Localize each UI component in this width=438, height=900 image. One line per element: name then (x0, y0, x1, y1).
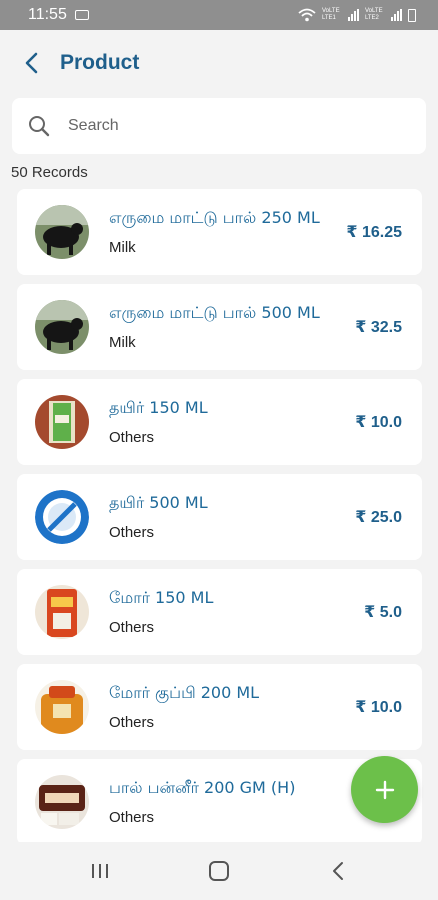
chevron-left-icon (25, 52, 38, 74)
product-thumbnail-buffalo (35, 205, 89, 259)
recent-apps-icon (91, 864, 108, 878)
product-name: எருமை மாட்டு பால் 250 ML (109, 208, 320, 227)
product-price: ₹ 25.0 (355, 509, 402, 526)
product-card[interactable]: எருமை மாட்டு பால் 500 ML Milk ₹ 32.5 (17, 284, 422, 370)
battery-icon (408, 8, 416, 22)
product-card[interactable]: மோர் குப்பி 200 ML Others ₹ 10.0 (17, 664, 422, 750)
product-thumbnail-curd-cup (35, 395, 89, 449)
product-name: தயிர் 500 ML (109, 493, 208, 512)
product-price: ₹ 5.0 (364, 604, 402, 621)
product-card[interactable]: தயிர் 500 ML Others ₹ 25.0 (17, 474, 422, 560)
product-thumbnail-buttermilk (35, 585, 89, 639)
signal-icon-1 (348, 9, 359, 21)
home-icon (208, 861, 229, 881)
recent-apps-button[interactable] (80, 851, 120, 891)
product-price: ₹ 16.25 (346, 224, 402, 241)
plus-icon (375, 780, 394, 799)
app-bar: Product (0, 30, 438, 96)
product-thumbnail-bottle (35, 680, 89, 734)
search-bar[interactable] (12, 98, 426, 154)
product-name: எருமை மாட்டு பால் 500 ML (109, 303, 320, 322)
add-product-button[interactable] (351, 756, 418, 823)
back-arrow-icon (333, 862, 344, 880)
product-name: தயிர் 150 ML (109, 398, 208, 417)
product-card[interactable]: மோர் 150 ML Others ₹ 5.0 (17, 569, 422, 655)
search-input[interactable] (68, 117, 368, 135)
wifi-icon (298, 8, 316, 22)
product-name: பால் பன்னீர் 200 GM (H) (109, 778, 296, 797)
page-title: Product (60, 51, 140, 74)
product-price: ₹ 10.0 (355, 414, 402, 431)
home-button[interactable] (199, 851, 239, 891)
records-count: 50 Records (11, 164, 88, 181)
product-list: எருமை மாட்டு பால் 250 ML Milk ₹ 16.25 எர… (17, 189, 422, 854)
search-icon (29, 116, 50, 137)
network-label-2: VoLTE LTE2 (365, 8, 383, 21)
system-nav-bar (0, 842, 438, 900)
product-name: மோர் 150 ML (109, 588, 214, 607)
screen-icon (74, 10, 89, 20)
no-image-icon (35, 490, 89, 544)
signal-icon-2 (391, 9, 402, 21)
product-price: ₹ 32.5 (355, 319, 402, 336)
status-bar: 11:55 VoLTE LTE1 VoLTE LTE2 (0, 0, 438, 30)
network-label-1: VoLTE LTE1 (322, 8, 340, 21)
product-card[interactable]: எருமை மாட்டு பால் 250 ML Milk ₹ 16.25 (17, 189, 422, 275)
product-thumbnail-buffalo (35, 300, 89, 354)
system-back-button[interactable] (318, 851, 358, 891)
product-price: ₹ 10.0 (355, 699, 402, 716)
product-name: மோர் குப்பி 200 ML (109, 683, 260, 702)
back-button[interactable] (18, 50, 44, 76)
product-thumbnail-paneer (35, 775, 89, 829)
product-card[interactable]: தயிர் 150 ML Others ₹ 10.0 (17, 379, 422, 465)
status-time: 11:55 (28, 6, 67, 23)
